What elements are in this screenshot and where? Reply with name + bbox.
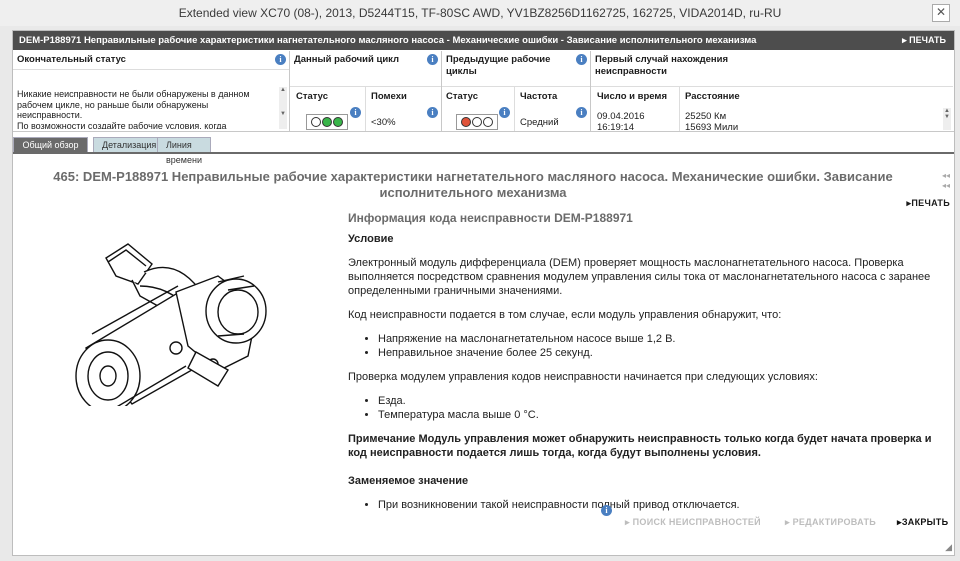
- close-button[interactable]: ▸ЗАКРЫТЬ: [897, 517, 948, 528]
- occurrence-date: 09.04.2016: [597, 111, 645, 122]
- note-text: Примечание Модуль управления может обнар…: [348, 433, 932, 459]
- extended-view-window: DEM-P188971 Неправильные рабочие характе…: [12, 30, 955, 556]
- occurrence-scrollbar[interactable]: ▲ ▼: [943, 108, 951, 130]
- final-status-text: Никакие неисправности не были обнаружены…: [17, 89, 250, 129]
- list-item: При возникновении такой неисправности по…: [378, 498, 948, 512]
- close-window-button[interactable]: ✕: [932, 4, 950, 22]
- conditions-list: Езда. Температура масла выше 0 °C.: [348, 394, 948, 422]
- current-cycle-header: Данный рабочий цикл: [294, 54, 400, 65]
- resize-grip-icon[interactable]: ◢: [945, 542, 952, 553]
- tab-overview[interactable]: Общий обзор: [13, 137, 88, 153]
- tab-timeline[interactable]: Линия времени: [157, 137, 211, 165]
- noise-label: Помехи: [371, 91, 407, 102]
- light-green-icon: [322, 117, 332, 127]
- pump-illustration: [75, 243, 267, 406]
- previous-cycles-header: Предыдущие рабочие циклы: [446, 54, 551, 77]
- dtc-title: DEM-P188971 Неправильные рабочие характе…: [19, 35, 757, 46]
- light-off-icon: [311, 117, 321, 127]
- close-label: ЗАКРЫТЬ: [901, 517, 949, 527]
- final-status-panel: Окончательный статус i Никакие неисправн…: [13, 51, 290, 131]
- print-article-button[interactable]: ▸ПЕЧАТЬ: [907, 198, 950, 209]
- frequency-label: Частота: [520, 91, 558, 102]
- frequency-value: Средний: [520, 117, 559, 128]
- info-icon[interactable]: i: [427, 54, 438, 65]
- article-title-line2: исполнительного механизма: [379, 185, 567, 200]
- current-status-lights: [306, 114, 348, 130]
- trigger-list: Напряжение на маслонагнетательном насосе…: [348, 332, 948, 360]
- light-off-icon: [472, 117, 482, 127]
- info-heading: Информация кода неисправности DEM-P18897…: [348, 211, 633, 225]
- article-content: Информация кода неисправности DEM-P18897…: [348, 211, 948, 512]
- nav-down-icon[interactable]: ◂◂: [942, 181, 950, 190]
- article-title: 465: DEM-P188971 Неправильные рабочие ха…: [13, 169, 933, 201]
- condition-heading: Условие: [348, 233, 394, 245]
- info-icon[interactable]: i: [601, 505, 612, 516]
- current-cycle-panel: Данный рабочий цикл i Статус Помехи i i …: [290, 51, 442, 131]
- list-item: Температура масла выше 0 °C.: [378, 408, 948, 422]
- replace-list: При возникновении такой неисправности по…: [348, 498, 948, 512]
- para-trigger: Код неисправности подается в том случае,…: [348, 309, 782, 321]
- final-status-header: Окончательный статус: [17, 54, 126, 65]
- info-icon[interactable]: i: [576, 54, 587, 65]
- noise-value: <30%: [371, 117, 396, 128]
- previous-status-lights: [456, 114, 498, 130]
- distance-label: Расстояние: [685, 91, 740, 102]
- previous-status-label: Статус: [446, 91, 479, 102]
- light-red-icon: [461, 117, 471, 127]
- first-occurrence-header: Первый случай нахождения неисправности: [595, 54, 729, 77]
- para-description: Электронный модуль дифференциала (DEM) п…: [348, 257, 931, 297]
- replace-heading: Заменяемое значение: [348, 475, 469, 487]
- title-bar: Extended view XC70 (08-), 2013, D5244T15…: [0, 0, 960, 26]
- print-article-label: ПЕЧАТЬ: [911, 198, 950, 208]
- window-title: Extended view XC70 (08-), 2013, D5244T15…: [178, 6, 782, 20]
- final-status-scrollbar[interactable]: ▲ ▼: [279, 87, 287, 129]
- nav-up-icon[interactable]: ◂◂: [942, 171, 950, 180]
- current-status-label: Статус: [296, 91, 329, 102]
- print-label: ПЕЧАТЬ: [909, 35, 946, 45]
- tab-details[interactable]: Детализация: [93, 137, 166, 153]
- light-off-icon: [483, 117, 493, 127]
- previous-cycles-panel: Предыдущие рабочие циклы i Статус Частот…: [442, 51, 591, 131]
- troubleshoot-label: ПОИСК НЕИСПРАВНОСТЕЙ: [632, 517, 761, 527]
- list-item: Неправильное значение более 25 секунд.: [378, 346, 948, 360]
- list-item: Езда.: [378, 394, 948, 408]
- distance-km: 25250 Км: [685, 111, 727, 122]
- para-conditions: Проверка модулем управления кодов неиспр…: [348, 371, 818, 383]
- article-title-line1: 465: DEM-P188971 Неправильные рабочие ха…: [53, 169, 893, 184]
- info-icon[interactable]: i: [350, 107, 361, 118]
- troubleshoot-button[interactable]: ▸ ПОИСК НЕИСПРАВНОСТЕЙ: [625, 517, 761, 528]
- edit-label: РЕДАКТИРОВАТЬ: [792, 517, 877, 527]
- list-item: Напряжение на маслонагнетательном насосе…: [378, 332, 948, 346]
- info-icon[interactable]: i: [499, 107, 510, 118]
- datetime-label: Число и время: [597, 91, 668, 102]
- edit-button[interactable]: ▸ РЕДАКТИРОВАТЬ: [785, 517, 876, 528]
- first-occurrence-panel: Первый случай нахождения неисправности Ч…: [591, 51, 953, 133]
- light-green-icon: [333, 117, 343, 127]
- info-icon[interactable]: i: [427, 107, 438, 118]
- dtc-header: DEM-P188971 Неправильные рабочие характе…: [13, 31, 954, 50]
- info-icon[interactable]: i: [576, 107, 587, 118]
- info-icon[interactable]: i: [275, 54, 286, 65]
- print-header-button[interactable]: ▸ ПЕЧАТЬ: [902, 35, 946, 46]
